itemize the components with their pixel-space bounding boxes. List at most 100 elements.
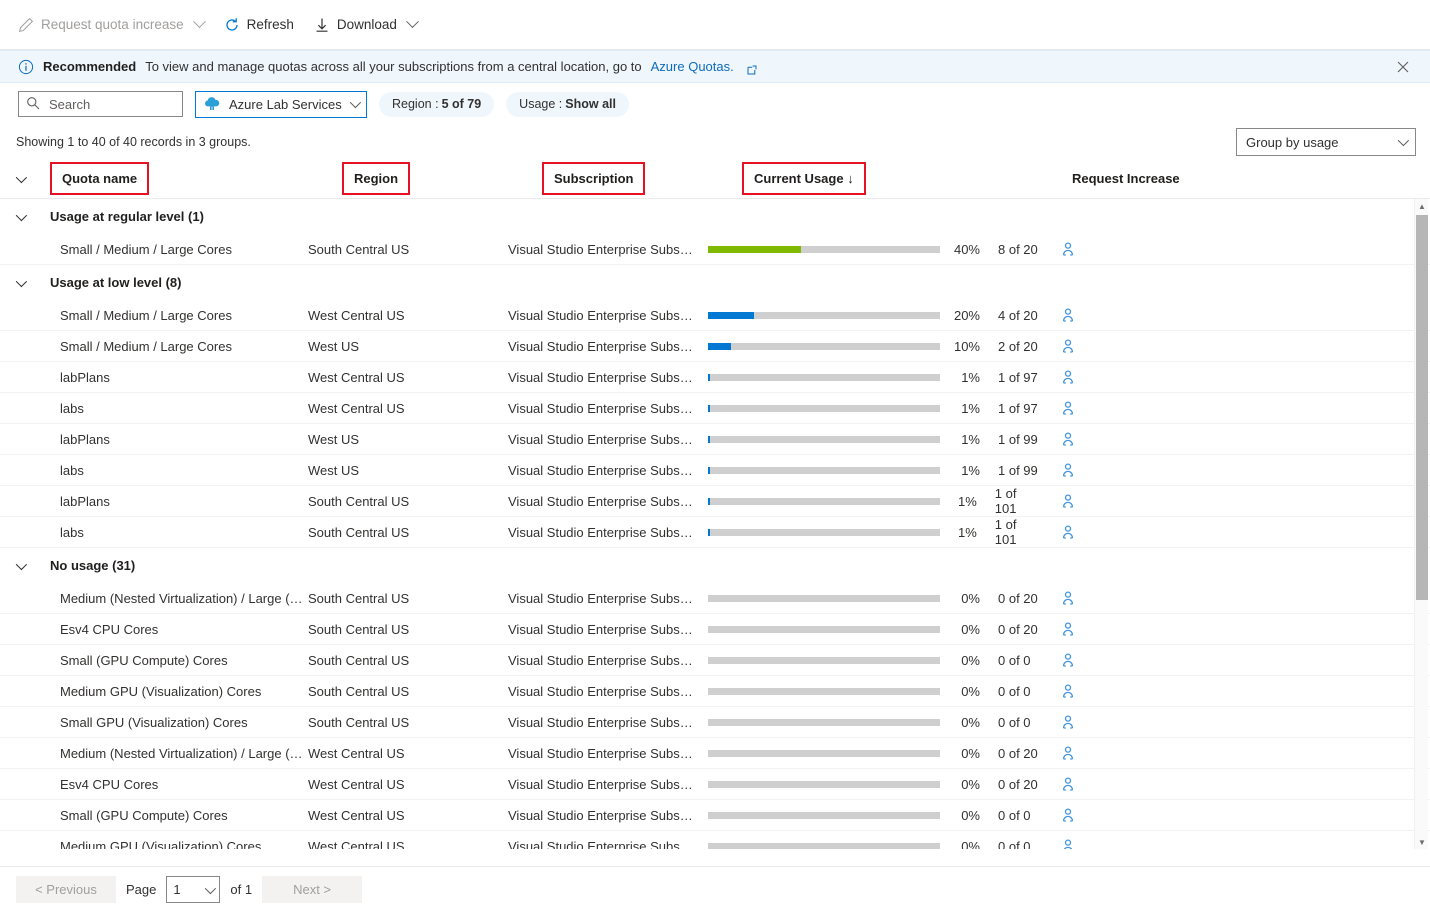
usage-progress-track [708,466,940,474]
request-increase-person-icon[interactable] [1060,241,1076,257]
usage-percent: 0% [961,590,980,606]
service-select[interactable]: Azure Lab Services [195,90,367,118]
request-increase-person-icon[interactable] [1060,838,1076,849]
request-increase-person-icon[interactable] [1060,369,1076,385]
cell-region: South Central US [308,714,410,730]
usage-filter-pill[interactable]: Usage : Show all [506,91,629,117]
table-row[interactable]: Small (GPU Compute) Cores West Central US… [0,800,1430,831]
table-row[interactable]: labPlans West US Visual Studio Enterprise … [0,424,1430,455]
request-increase-person-icon[interactable] [1060,683,1076,699]
table-row[interactable]: Small / Medium / Large Cores West Central… [0,300,1430,331]
table-row[interactable]: labs West Central US Visual Studio Enterpr… [0,393,1430,424]
scroll-up-arrow[interactable]: ▲ [1415,199,1429,213]
usage-progress-track [708,404,940,412]
table-row[interactable]: Small GPU (Visualization) Cores South Cen… [0,707,1430,738]
request-increase-person-icon[interactable] [1060,776,1076,792]
cell-request-increase [1038,745,1404,761]
download-button[interactable]: Download [314,15,419,33]
cell-request-increase [1038,524,1404,540]
chevron-down-icon [192,15,206,29]
request-quota-increase-button[interactable]: Request quota increase [18,15,206,33]
cell-quota-name: Small / Medium / Large Cores [60,307,232,323]
request-increase-person-icon[interactable] [1060,400,1076,416]
cell-current-usage: 0% 0 of 0 [708,808,1038,823]
request-increase-person-icon[interactable] [1060,590,1076,606]
cell-quota-name: labs [60,462,84,478]
chevron-down-icon [15,558,28,570]
request-increase-person-icon[interactable] [1060,714,1076,730]
cell-quota-name: labPlans [60,431,110,447]
group-header-row[interactable]: Usage at regular level (1) [0,199,1430,234]
request-increase-person-icon[interactable] [1060,621,1076,637]
table-row[interactable]: Medium (Nested Virtualization) / Large (… [0,738,1430,769]
table-row[interactable]: Small (GPU Compute) Cores South Central U… [0,645,1430,676]
vertical-scrollbar[interactable]: ▲ ▼ [1414,199,1428,849]
group-label: Usage at regular level (1) [50,209,204,224]
request-increase-person-icon[interactable] [1060,745,1076,761]
table-row[interactable]: Medium (Nested Virtualization) / Large (… [0,583,1430,614]
cell-current-usage: 10% 2 of 20 [708,339,1038,354]
table-row[interactable]: Small / Medium / Large Cores West US Visua… [0,331,1430,362]
cell-subscription: Visual Studio Enterprise Subscri... [508,714,705,730]
request-increase-person-icon[interactable] [1060,652,1076,668]
usage-percent: 0% [961,714,980,730]
request-increase-person-icon[interactable] [1060,462,1076,478]
request-increase-person-icon[interactable] [1060,431,1076,447]
close-icon[interactable] [1392,56,1414,78]
group-header-row[interactable]: No usage (31) [0,548,1430,583]
scroll-down-arrow[interactable]: ▼ [1415,835,1429,849]
group-expand-toggle[interactable] [15,558,50,570]
column-header-current-usage[interactable]: Current Usage ↓ [742,162,866,195]
column-header-subscription[interactable]: Subscription [542,162,646,195]
usage-progress-fill [708,528,710,536]
usage-percent: 1% [961,462,980,478]
table-row[interactable]: labs West US Visual Studio Enterprise Subs… [0,455,1430,486]
next-page-button[interactable]: Next > [262,876,363,903]
table-header-row: Quota name Region Subscription Current U… [0,159,1430,199]
table-row[interactable]: labPlans West Central US Visual Studio Ent… [0,362,1430,393]
usage-ratio: 0 of 20 [998,745,1038,761]
azure-quotas-link[interactable]: Azure Quotas. [651,59,734,74]
usage-progress-fill [708,404,710,412]
column-header-current-usage-wrap: Current Usage ↓ [742,162,1072,195]
cell-region: South Central US [308,493,410,509]
table-row[interactable]: Esv4 CPU Cores South Central US Visual Stu… [0,614,1430,645]
cell-current-usage: 0% 0 of 20 [708,591,1038,606]
cell-request-increase [1038,369,1404,385]
request-increase-person-icon[interactable] [1060,493,1076,509]
usage-progress-fill [708,311,754,319]
group-header-row[interactable]: Usage at low level (8) [0,265,1430,300]
cell-quota-name: Esv4 CPU Cores [60,621,159,637]
table-row[interactable]: Esv4 CPU Cores West Central US Visual Stud… [0,769,1430,800]
scrollbar-thumb[interactable] [1416,215,1428,600]
usage-progress-track [708,311,940,319]
request-increase-person-icon[interactable] [1060,307,1076,323]
search-input[interactable] [47,95,175,113]
request-increase-person-icon[interactable] [1060,524,1076,540]
request-increase-person-icon[interactable] [1060,807,1076,823]
cell-region: West Central US [308,807,405,823]
table-row[interactable]: labs South Central US Visual Studio Enterp… [0,517,1430,548]
group-by-select[interactable]: Group by usage [1236,128,1416,156]
column-header-region[interactable]: Region [342,162,411,195]
table-row[interactable]: Medium GPU (Visualization) Cores West Cen… [0,831,1430,849]
search-box[interactable] [18,91,183,117]
table-row[interactable]: Small / Medium / Large Cores South Centra… [0,234,1430,265]
column-header-quota-name[interactable]: Quota name [50,162,150,195]
table-row[interactable]: labPlans South Central US Visual Studio En… [0,486,1430,517]
column-header-subscription-wrap: Subscription [542,162,742,195]
group-expand-toggle[interactable] [15,275,50,287]
request-increase-person-icon[interactable] [1060,338,1076,354]
chevron-down-icon [15,209,28,221]
expand-all-toggle[interactable] [15,171,50,183]
region-filter-pill[interactable]: Region : 5 of 79 [379,91,495,117]
group-expand-toggle[interactable] [15,209,50,221]
table-row[interactable]: Medium GPU (Visualization) Cores South Ce… [0,676,1430,707]
cell-request-increase [1038,307,1404,323]
cell-subscription: Visual Studio Enterprise Subscri... [508,652,705,668]
page-number-select[interactable]: 1 [166,876,221,903]
previous-page-button[interactable]: < Previous [16,876,116,903]
refresh-button[interactable]: Refresh [224,17,294,33]
cell-request-increase [1038,621,1404,637]
cell-subscription: Visual Studio Enterprise Subscri... [508,400,705,416]
